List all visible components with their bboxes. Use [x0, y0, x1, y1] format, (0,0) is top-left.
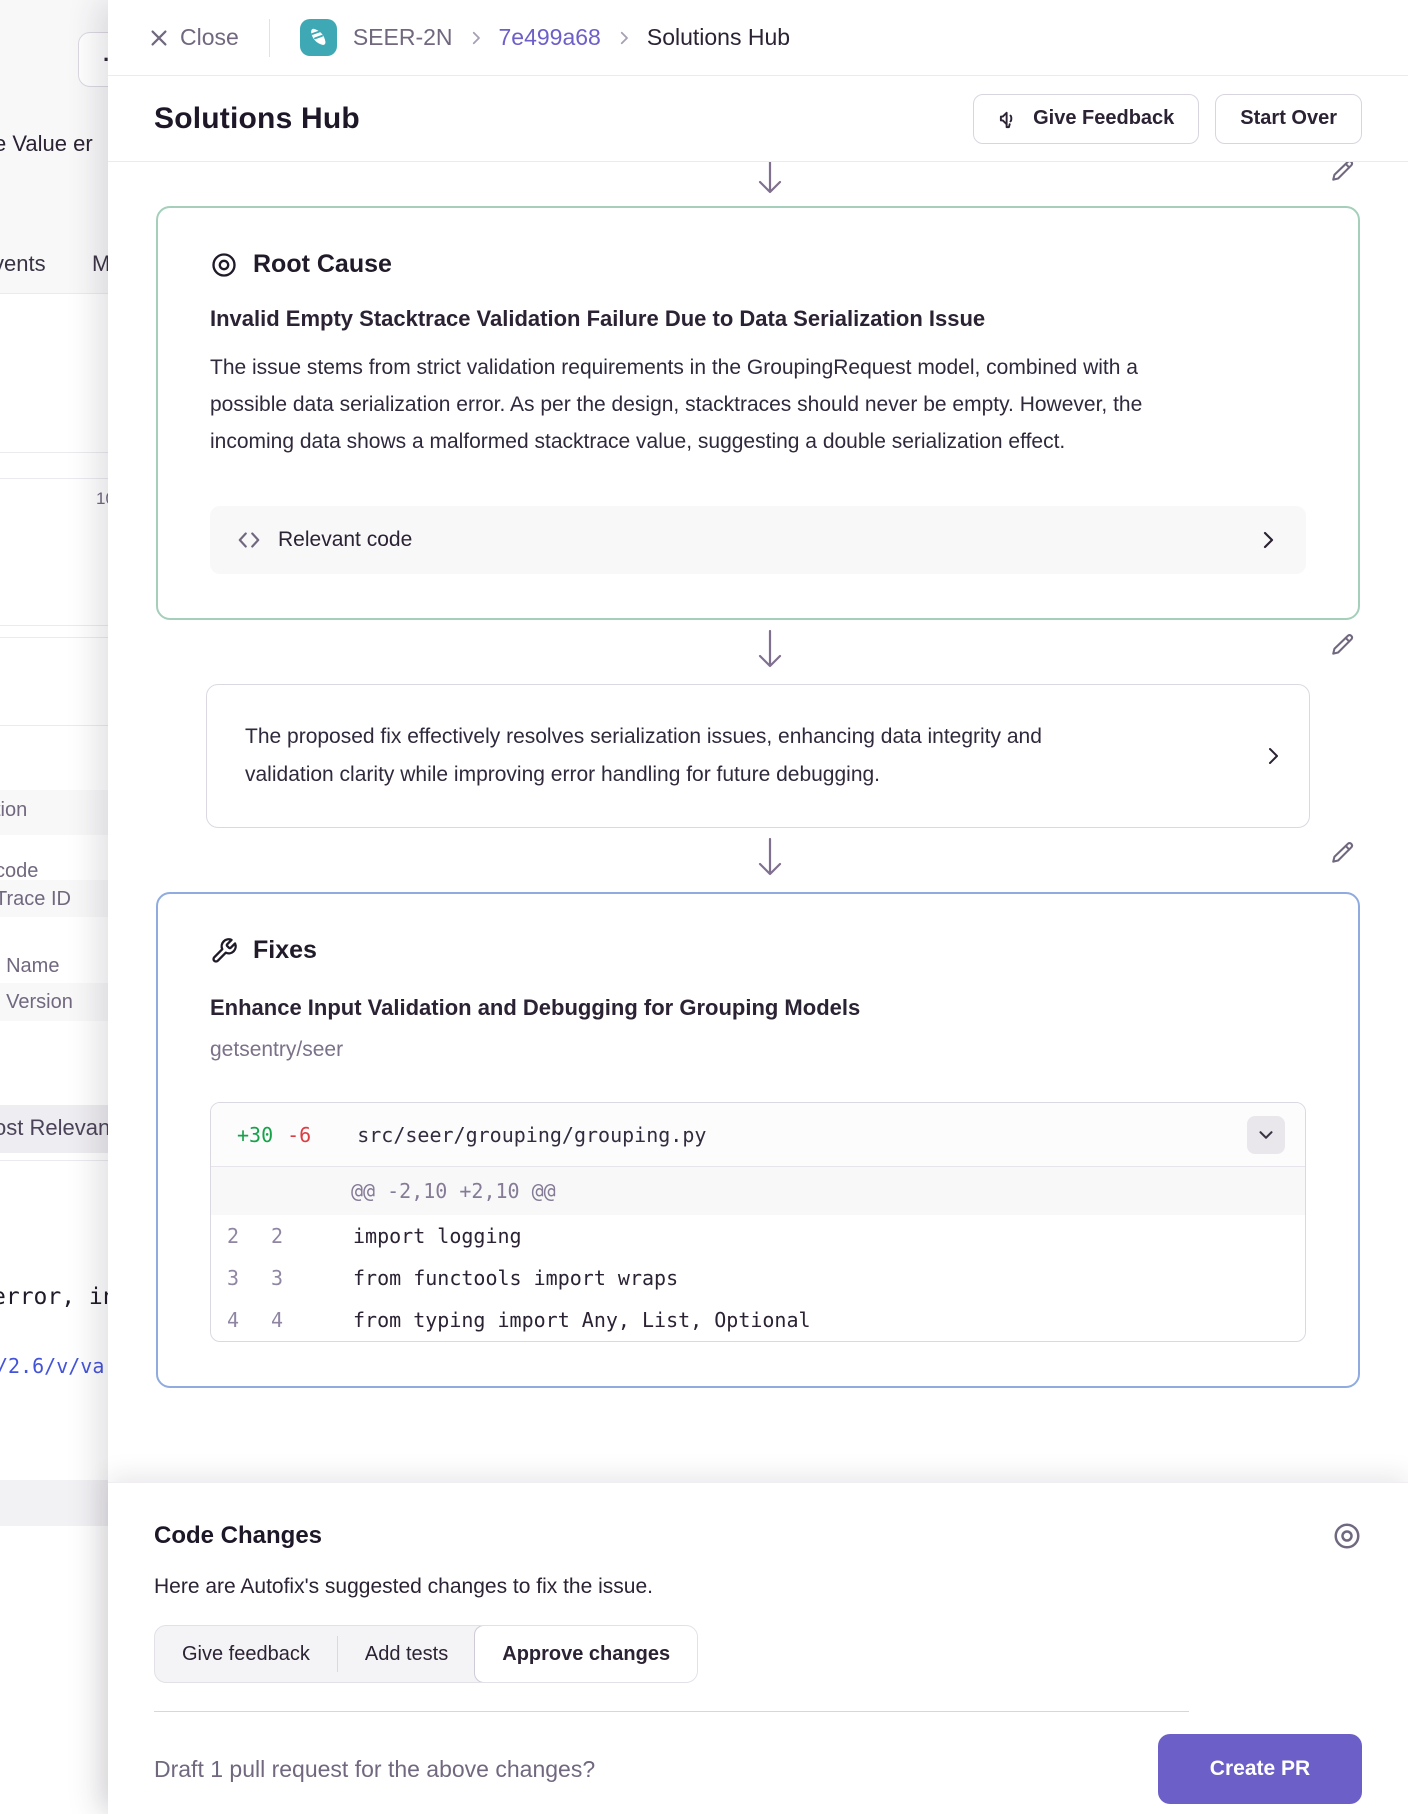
edit-fixes-button[interactable]	[1326, 836, 1360, 870]
background-row-fragment: : Name	[0, 955, 59, 978]
code-text: from functools import wraps	[331, 1266, 678, 1290]
chevron-right-icon	[467, 29, 485, 47]
breadcrumb-bar: Close SEER-2N 7e499a68 Solutions Hub	[108, 0, 1408, 76]
close-label: Close	[180, 24, 239, 51]
close-button[interactable]: Close	[148, 24, 239, 51]
arrow-down-icon	[755, 837, 785, 879]
relevant-code-expander[interactable]: Relevant code	[210, 506, 1306, 574]
code-text: from typing import Any, List, Optional	[331, 1308, 811, 1332]
start-over-label: Start Over	[1240, 107, 1337, 130]
approve-changes-segment[interactable]: Approve changes	[474, 1625, 698, 1683]
relevant-code-label: Relevant code	[278, 528, 1256, 552]
background-row-fragment: code	[0, 860, 38, 883]
background-stacktrace-fragment: error, in	[0, 1284, 117, 1310]
diff-hunk-header: @@ -2,10 +2,10 @@	[211, 1167, 1305, 1215]
fixes-heading: Fixes	[253, 936, 317, 965]
breadcrumb-current: Solutions Hub	[647, 24, 790, 51]
code-changes-title: Code Changes	[154, 1522, 322, 1550]
give-feedback-label: Give Feedback	[1033, 107, 1174, 130]
flow-connector	[156, 162, 1360, 206]
code-text: import logging	[331, 1224, 522, 1248]
start-over-button[interactable]: Start Over	[1215, 94, 1362, 144]
background-page: ·· e Value er vents Me 10 tion code Trac…	[0, 0, 120, 1814]
background-section	[0, 293, 120, 1814]
diff-box: +30 -6 src/seer/grouping/grouping.py @@ …	[210, 1102, 1306, 1342]
close-icon	[148, 27, 170, 49]
background-most-relevant-fragment: ost Relevan	[0, 1115, 110, 1141]
edit-assessment-button[interactable]	[1326, 628, 1360, 662]
fixes-card: Fixes Enhance Input Validation and Debug…	[156, 892, 1360, 1388]
solutions-hub-panel: Close SEER-2N 7e499a68 Solutions Hub Sol…	[108, 0, 1408, 1814]
edit-root-cause-button[interactable]	[1326, 162, 1360, 188]
megaphone-icon	[998, 107, 1021, 130]
flow-connector	[156, 620, 1360, 684]
diff-deletions: -6	[287, 1123, 311, 1147]
background-tab-events-fragment[interactable]: vents	[0, 251, 46, 277]
line-numbers: 33	[211, 1266, 331, 1290]
root-cause-heading: Root Cause	[253, 250, 392, 279]
diff-line: 44 from typing import Any, List, Optiona…	[211, 1299, 1305, 1341]
root-cause-card: Root Cause Invalid Empty Stacktrace Vali…	[156, 206, 1360, 620]
diff-filename: src/seer/grouping/grouping.py	[357, 1123, 1247, 1147]
line-numbers: 44	[211, 1308, 331, 1332]
divider	[0, 725, 120, 726]
code-changes-description: Here are Autofix's suggested changes to …	[154, 1575, 1362, 1599]
divider	[0, 478, 120, 479]
seer-logo-icon	[300, 19, 337, 56]
divider	[0, 625, 120, 626]
arrow-down-icon	[755, 162, 785, 197]
background-row-fragment: : Version	[0, 991, 73, 1014]
background-row-fragment: Trace ID	[0, 888, 71, 911]
code-icon	[236, 527, 262, 553]
divider	[0, 293, 120, 294]
divider	[0, 637, 120, 638]
give-feedback-segment[interactable]: Give feedback	[155, 1626, 337, 1682]
chevron-right-icon	[1261, 744, 1285, 768]
background-link-fragment[interactable]: /2.6/v/va	[0, 1354, 104, 1378]
target-icon[interactable]	[1332, 1521, 1362, 1551]
divider	[269, 19, 270, 57]
chevron-right-icon	[1256, 528, 1280, 552]
diff-additions: +30	[237, 1123, 273, 1147]
diff-line: 22 import logging	[211, 1215, 1305, 1257]
flow-connector	[156, 828, 1360, 892]
breadcrumb-event-id[interactable]: 7e499a68	[499, 24, 601, 51]
divider	[0, 1160, 120, 1161]
divider	[0, 452, 120, 453]
add-tests-segment[interactable]: Add tests	[338, 1626, 475, 1682]
code-changes-dock: Code Changes Here are Autofix's suggeste…	[108, 1482, 1408, 1814]
chevron-right-icon	[615, 29, 633, 47]
give-feedback-button[interactable]: Give Feedback	[973, 94, 1199, 144]
breadcrumb-project[interactable]: SEER-2N	[353, 24, 453, 51]
draft-pr-prompt: Draft 1 pull request for the above chang…	[154, 1756, 595, 1783]
header-actions: Give Feedback Start Over	[973, 94, 1362, 144]
divider	[154, 1711, 1189, 1712]
create-pr-button[interactable]: Create PR	[1158, 1734, 1362, 1804]
background-row-fragment: tion	[0, 799, 27, 822]
line-numbers: 22	[211, 1224, 331, 1248]
root-cause-title: Invalid Empty Stacktrace Validation Fail…	[210, 306, 1306, 332]
action-segmented-control: Give feedback Add tests Approve changes	[154, 1625, 698, 1683]
wrench-icon	[210, 937, 238, 965]
diff-file-header[interactable]: +30 -6 src/seer/grouping/grouping.py	[211, 1103, 1305, 1167]
root-cause-description: The issue stems from strict validation r…	[210, 349, 1155, 460]
background-issue-title-fragment: e Value er	[0, 131, 93, 157]
panel-header: Solutions Hub Give Feedback Start Over	[108, 76, 1408, 162]
breadcrumb: SEER-2N 7e499a68 Solutions Hub	[353, 24, 790, 51]
collapse-diff-button[interactable]	[1247, 1116, 1285, 1154]
root-cause-header: Root Cause	[210, 250, 1306, 279]
arrow-down-icon	[755, 629, 785, 671]
fix-title: Enhance Input Validation and Debugging f…	[210, 995, 1306, 1021]
assessment-text: The proposed fix effectively resolves se…	[245, 718, 1085, 794]
target-icon	[210, 251, 238, 279]
page-title: Solutions Hub	[154, 102, 360, 136]
diff-line: 33 from functools import wraps	[211, 1257, 1305, 1299]
fixes-header: Fixes	[210, 936, 1306, 965]
row-highlight	[0, 1480, 120, 1526]
panel-scroll-area[interactable]: Root Cause Invalid Empty Stacktrace Vali…	[108, 162, 1408, 1482]
fix-repo: getsentry/seer	[210, 1038, 1306, 1062]
assessment-card[interactable]: The proposed fix effectively resolves se…	[206, 684, 1310, 828]
